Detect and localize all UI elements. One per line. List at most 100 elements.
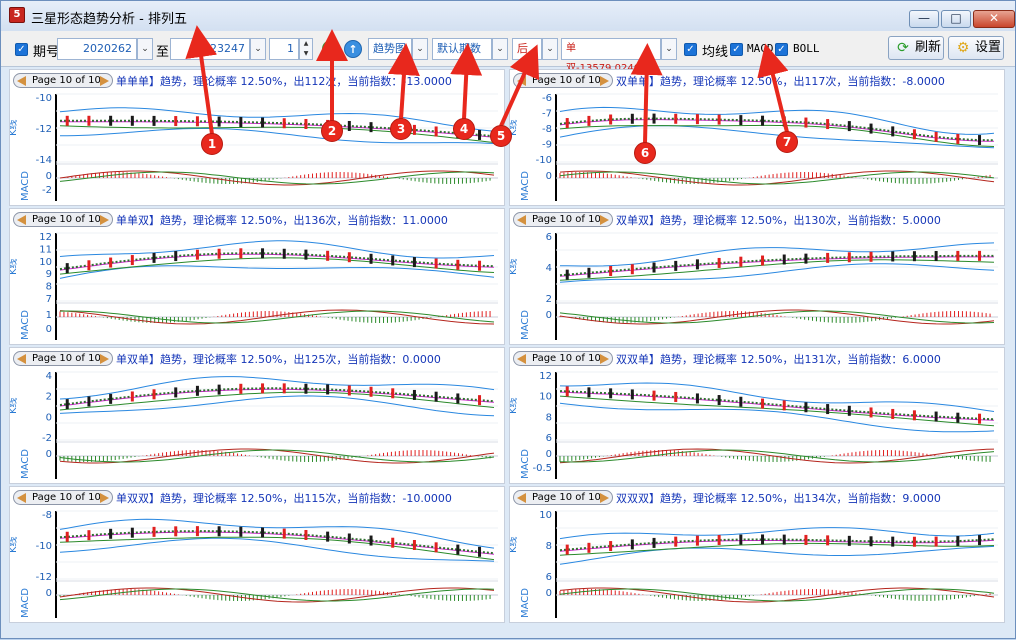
macd-tick-label: -0.5 [532,463,552,474]
candle [456,544,460,555]
candle [369,122,373,133]
close-button[interactable]: ✕ [973,10,1015,28]
pattern-select[interactable]: 单双-13579,02468 [561,38,661,74]
candle [869,251,873,262]
y-tick-label: 0 [46,412,52,423]
candle [587,542,591,553]
macd-axis-label: MACD [520,588,531,618]
candle [369,386,373,397]
next-page-icon[interactable] [100,354,109,364]
candle [739,115,743,126]
prev-page-icon[interactable] [517,493,526,503]
candle [347,533,351,544]
candle [239,117,243,128]
candle [652,262,656,273]
next-page-icon[interactable] [600,493,609,503]
candle [804,402,808,413]
prev-page-icon[interactable] [17,354,26,364]
candle [695,114,699,125]
candle [152,389,156,400]
y-tick-label: 2 [46,392,52,403]
page-indicator: Page 10 of 10 [532,214,601,225]
page-indicator: Page 10 of 10 [532,492,601,503]
prev-page-icon[interactable] [517,354,526,364]
candle [347,120,351,131]
next-page-icon[interactable] [600,354,609,364]
candle [456,393,460,404]
boll-checkbox[interactable]: ✓ [775,43,788,56]
next-page-icon[interactable] [100,76,109,86]
step-input[interactable]: 1 [269,38,299,60]
page-navigator[interactable]: Page 10 of 10 [13,212,113,227]
next-page-icon[interactable] [600,76,609,86]
prev-page-icon[interactable] [517,76,526,86]
prev-page-icon[interactable] [17,215,26,225]
page-navigator[interactable]: Page 10 of 10 [13,351,113,366]
y-tick-label: 12 [39,232,52,243]
page-navigator[interactable]: Page 10 of 10 [513,73,613,88]
next-page-icon[interactable] [100,215,109,225]
ma-checkbox[interactable]: ✓ [684,43,697,56]
y-tick-label: 7 [46,294,52,305]
prev-page-icon[interactable] [517,215,526,225]
maximize-button[interactable]: □ [941,10,971,28]
candle [456,259,460,270]
y-tick-label: -2 [42,433,52,444]
page-indicator: Page 10 of 10 [32,75,101,86]
candle [978,535,982,546]
candle [674,391,678,402]
period-from-input[interactable]: 2020262 [57,38,137,60]
period-from-dropdown[interactable]: ⌄ [137,38,153,60]
position-select[interactable]: 后三 [512,38,542,75]
candle [87,115,91,126]
candle [391,537,395,548]
period-label: 期号 [33,45,60,60]
period-to-dropdown[interactable]: ⌄ [250,38,266,60]
prev-page-icon[interactable] [17,493,26,503]
candle [761,398,765,409]
prev-page-icon[interactable] [17,76,26,86]
period-to-input[interactable]: 2023247 [170,38,250,60]
period-checkbox[interactable]: ✓ [15,43,28,56]
candle [912,251,916,262]
period-mode-select[interactable]: 默认期数 [432,38,492,60]
candle [609,388,613,399]
page-navigator[interactable]: Page 10 of 10 [13,73,113,88]
y-tick-label: 11 [39,244,52,255]
step-spinner[interactable]: ▲ ▼ [299,38,313,60]
next-page-icon[interactable] [600,215,609,225]
minimize-button[interactable]: — [909,10,939,28]
page-navigator[interactable]: Page 10 of 10 [13,490,113,505]
y-tick-label: -14 [36,155,52,166]
candle [304,249,308,260]
chart-type-select[interactable]: 趋势图 [368,38,412,60]
candle [109,528,113,539]
page-navigator[interactable]: Page 10 of 10 [513,490,613,505]
refresh-button[interactable]: ⟳ 刷新 [888,36,944,60]
candle [217,248,221,259]
pattern-dropdown[interactable]: ⌄ [661,38,677,60]
y-tick-label: 6 [546,433,552,444]
page-navigator[interactable]: Page 10 of 10 [513,212,613,227]
macd-checkbox[interactable]: ✓ [730,43,743,56]
candle [869,536,873,547]
candle [130,391,134,402]
y-tick-label: 4 [546,263,552,274]
download-icon[interactable]: ↓ [322,40,340,58]
next-page-icon[interactable] [100,493,109,503]
period-mode-dropdown[interactable]: ⌄ [492,38,508,60]
settings-button[interactable]: ⚙ 设置 [948,36,1004,60]
trend-chart: K线MACD-6-7-8-9-100 [510,93,998,201]
position-dropdown[interactable]: ⌄ [542,38,558,60]
refresh-label: 刷新 [915,40,942,55]
y-tick-label: -10 [36,541,52,552]
macd-tick-label: 0 [546,588,552,599]
chart-type-dropdown[interactable]: ⌄ [412,38,428,60]
upload-icon[interactable]: ↑ [344,40,362,58]
page-navigator[interactable]: Page 10 of 10 [513,351,613,366]
candle [804,117,808,128]
panel-title: 双单双】趋势，理论概率 12.50%，出130次，当前指数：5.0000 [616,214,941,227]
trend-chart: K线 MACD -10 -12 -14 0 -2 [10,93,498,201]
panel-header: Page 10 of 10 单双单】趋势，理论概率 12.50%，出125次，当前… [10,348,504,368]
macd-axis-label: MACD [520,171,531,201]
